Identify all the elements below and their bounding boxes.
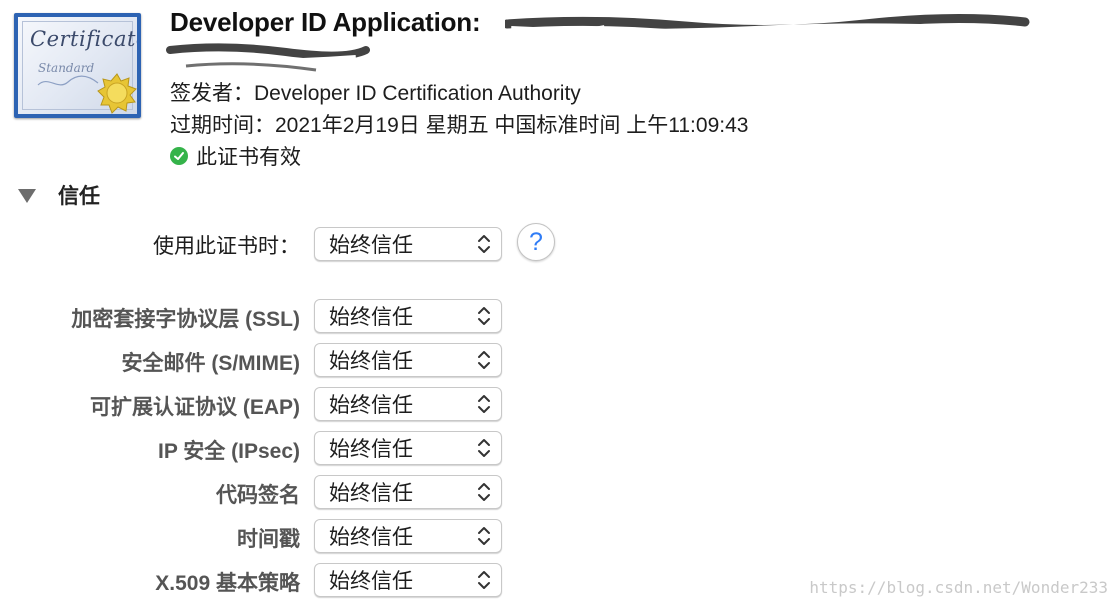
certificate-icon: Certificate Standard bbox=[14, 13, 141, 118]
updown-chevron-icon bbox=[478, 235, 490, 253]
redaction-scribble bbox=[505, 13, 1030, 47]
policy-popup-ipsec[interactable]: 始终信任 bbox=[314, 431, 502, 465]
policy-label-smime: 安全邮件 (S/MIME) bbox=[121, 352, 301, 375]
policy-value: 始终信任 bbox=[329, 482, 413, 505]
updown-chevron-icon bbox=[478, 307, 490, 325]
policy-label-x509: X.509 基本策略 bbox=[155, 572, 300, 595]
policy-value: 始终信任 bbox=[329, 438, 413, 461]
certificate-swirl-icon bbox=[37, 75, 99, 86]
watermark: https://blog.csdn.net/Wonder233 bbox=[809, 578, 1108, 597]
policy-value: 始终信任 bbox=[329, 526, 413, 549]
updown-chevron-icon bbox=[478, 351, 490, 369]
when-using-value: 始终信任 bbox=[329, 234, 413, 257]
policy-value: 始终信任 bbox=[329, 570, 413, 593]
help-button[interactable]: ? bbox=[517, 223, 555, 261]
issuer-text: 签发者：Developer ID Certification Authority bbox=[170, 82, 581, 105]
policy-label-ssl: 加密套接字协议层 (SSL) bbox=[71, 308, 300, 331]
policy-popup-codesign[interactable]: 始终信任 bbox=[314, 475, 502, 509]
updown-chevron-icon bbox=[478, 571, 490, 589]
redaction-scribble-2 bbox=[166, 43, 370, 72]
validity-status: 此证书有效 bbox=[170, 141, 301, 171]
policy-popup-timestamp[interactable]: 始终信任 bbox=[314, 519, 502, 553]
updown-chevron-icon bbox=[478, 527, 490, 545]
gold-seal-icon bbox=[97, 73, 137, 114]
policy-popup-smime[interactable]: 始终信任 bbox=[314, 343, 502, 377]
updown-chevron-icon bbox=[478, 395, 490, 413]
trust-section-label: 信任 bbox=[58, 185, 100, 208]
when-using-label: 使用此证书时： bbox=[153, 235, 300, 258]
policy-popup-x509[interactable]: 始终信任 bbox=[314, 563, 502, 597]
policy-label-eap: 可扩展认证协议 (EAP) bbox=[90, 396, 300, 419]
policy-popup-ssl[interactable]: 始终信任 bbox=[314, 299, 502, 333]
policy-value: 始终信任 bbox=[329, 350, 413, 373]
policy-value: 始终信任 bbox=[329, 306, 413, 329]
trust-section-toggle[interactable]: 信任 bbox=[18, 180, 100, 210]
policy-value: 始终信任 bbox=[329, 394, 413, 417]
policy-label-timestamp: 时间戳 bbox=[237, 528, 300, 551]
policy-label-codesign: 代码签名 bbox=[216, 484, 300, 507]
updown-chevron-icon bbox=[478, 439, 490, 457]
validity-status-label: 此证书有效 bbox=[196, 146, 301, 169]
policy-popup-eap[interactable]: 始终信任 bbox=[314, 387, 502, 421]
policy-label-ipsec: IP 安全 (IPsec) bbox=[158, 440, 300, 463]
when-using-popup[interactable]: 始终信任 bbox=[314, 227, 502, 261]
disclosure-triangle-icon[interactable] bbox=[18, 189, 36, 203]
expiry-text: 过期时间：2021年2月19日 星期五 中国标准时间 上午11:09:43 bbox=[170, 114, 749, 137]
certificate-title: Developer ID Application: bbox=[170, 7, 481, 37]
question-mark-icon: ? bbox=[529, 227, 543, 256]
checkmark-icon bbox=[170, 147, 188, 165]
certificate-icon-title: Certificate bbox=[30, 27, 141, 51]
updown-chevron-icon bbox=[478, 483, 490, 501]
